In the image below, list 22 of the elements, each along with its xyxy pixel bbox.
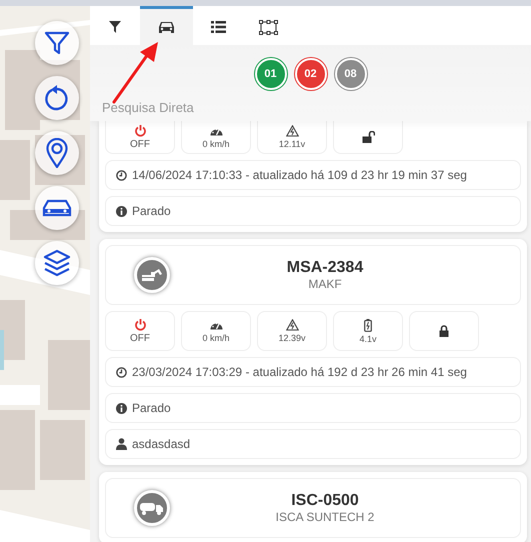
status-text: Parado (132, 401, 171, 415)
clock-text: 23/03/2024 17:03:29 - atualizado há 192 d 23 hr 26 min 41 seg (132, 365, 467, 379)
voltage-value: 12.11v (278, 139, 306, 149)
vehicle-model: ISCA SUNTECH 2 (276, 510, 374, 524)
voltage-value: 12.39v (278, 333, 306, 343)
ignition-value: OFF (130, 332, 150, 344)
plate-number: ISC-0500 (291, 492, 359, 510)
vehicle-card[interactable]: OFF 0 km/h 12.11v 14/06/2024 17:10:33 - atualizado há 109 d 23 hr 19 min 37 seg Parado (99, 121, 527, 232)
plate-number: MSA-2384 (286, 259, 364, 277)
vehicle-card[interactable]: MSA-2384 MAKF OFF 0 km/h 12.39v 4.1v 23/03/2024 17:03:29 - atualizado há 192 d 23 hr 26 min 41 seg Parado asdasdasd (99, 239, 527, 465)
ignition-value: OFF (130, 138, 150, 150)
battery-value: 4.1v (359, 334, 376, 344)
driver-text: asdasdasd (132, 437, 190, 451)
search-label: Pesquisa Direta (101, 99, 195, 117)
clock-text: 14/06/2024 17:10:33 - atualizado há 109 d 23 hr 19 min 37 seg (132, 168, 467, 182)
status-text: Parado (132, 204, 171, 218)
vehicle-card[interactable]: ISC-0500 ISCA SUNTECH 2 (99, 472, 527, 542)
speed-value: 0 km/h (202, 332, 230, 342)
status-count[interactable]: 01 (254, 58, 286, 90)
status-count[interactable]: 02 (294, 58, 326, 90)
speed-value: 0 km/h (202, 138, 230, 148)
vehicle-model: MAKF (308, 277, 342, 291)
